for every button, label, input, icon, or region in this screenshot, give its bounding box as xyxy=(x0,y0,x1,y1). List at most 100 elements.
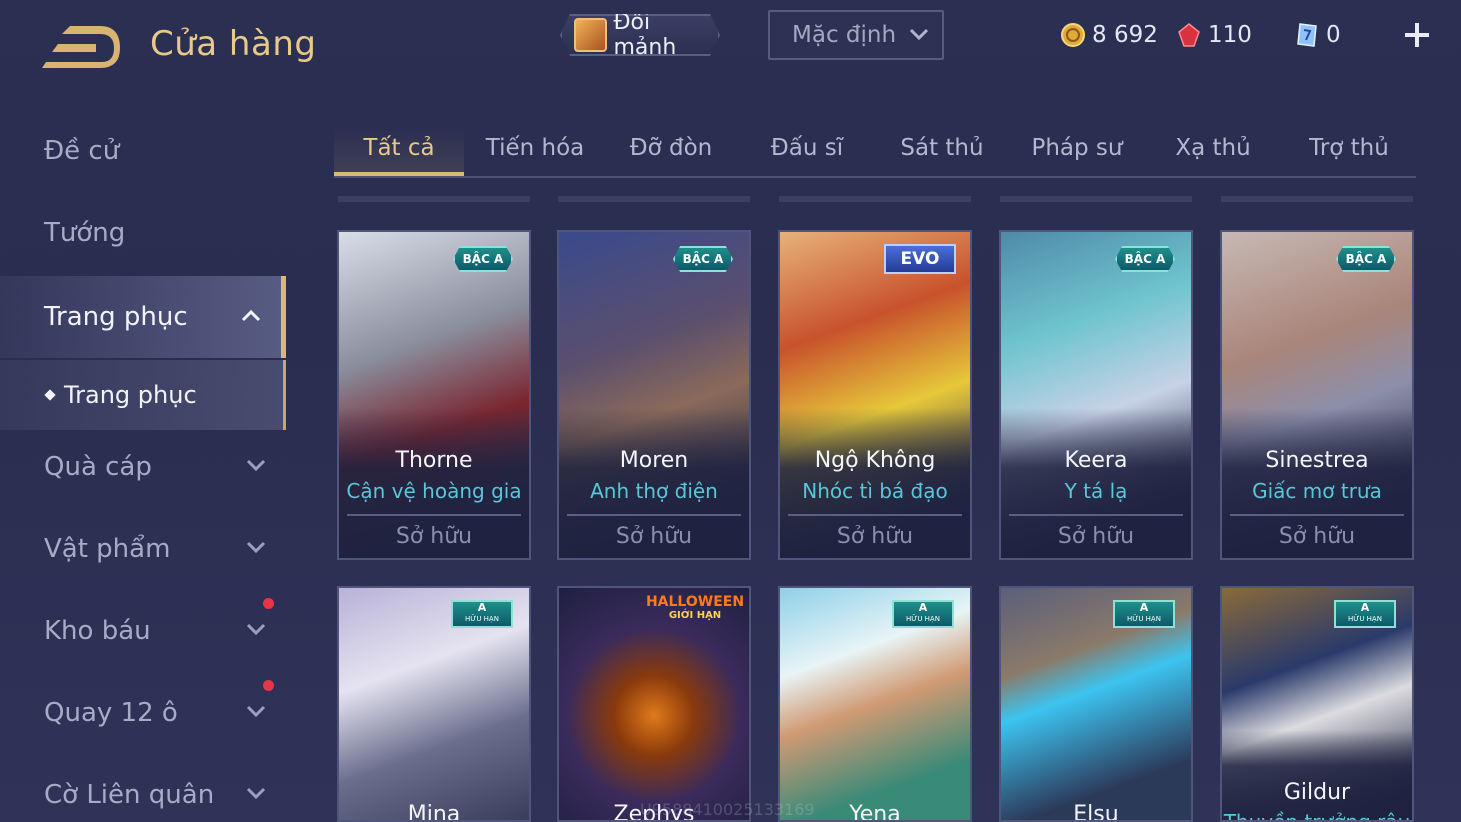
owned-status: Sở hữu xyxy=(836,524,914,549)
card-divider xyxy=(558,196,750,202)
watermark: U9588410025133169 xyxy=(640,800,815,819)
voucher-currency: 0 xyxy=(1294,22,1341,48)
limited-badge: A HỮU HẠN xyxy=(1113,600,1175,628)
sidebar-item-label: Quà cáp xyxy=(44,452,152,482)
treasure-chest-icon xyxy=(574,18,608,52)
owned-status: Sở hữu xyxy=(1278,524,1356,549)
notification-dot xyxy=(263,598,274,609)
tier-badge: BẬC A xyxy=(673,246,733,272)
skin-card-yena[interactable]: A HỮU HẠN Yena xyxy=(778,586,972,822)
red-gem-icon xyxy=(1178,23,1200,47)
chevron-down-icon xyxy=(246,705,266,718)
sidebar-item-label: Cờ Liên quân xyxy=(44,780,215,810)
exchange-label: Đổi mảnh xyxy=(613,10,677,60)
card-divider xyxy=(338,196,530,202)
notification-dot xyxy=(263,680,274,691)
hero-name: Sinestrea xyxy=(1265,448,1369,473)
sidebar-item-label: Trang phục xyxy=(44,302,188,332)
sidebar-item-items[interactable]: Vật phẩm xyxy=(0,508,286,590)
gold-amount: 8 692 xyxy=(1092,22,1158,48)
halloween-badge: HALLOWEEN GIỚI HẠN xyxy=(645,594,745,621)
skin-name: Y tá lạ xyxy=(1064,479,1128,503)
add-currency-button[interactable] xyxy=(1402,20,1432,50)
card-divider xyxy=(1000,196,1192,202)
back-arrow-icon xyxy=(42,26,120,68)
limited-badge: A HỮU HẠN xyxy=(892,600,954,628)
skin-card-keera[interactable]: BẬC A Keera Y tá lạ Sở hữu xyxy=(999,230,1193,560)
limited-badge: A HỮU HẠN xyxy=(1334,600,1396,628)
voucher-amount: 0 xyxy=(1326,22,1341,48)
hero-name: Gildur xyxy=(1283,780,1351,805)
tab-mage[interactable]: Pháp sư xyxy=(1012,128,1142,176)
card-divider xyxy=(1221,196,1413,202)
sidebar-item-recommended[interactable]: Đề cử xyxy=(0,110,286,192)
chevron-down-icon xyxy=(910,28,928,40)
hero-name: Ngộ Không xyxy=(814,448,936,473)
page-title: Cửa hàng xyxy=(150,24,317,64)
sidebar-item-treasure[interactable]: Kho báu xyxy=(0,590,286,672)
sidebar-subitem-skins[interactable]: Trang phục xyxy=(0,360,286,430)
category-tabs: Tất cả Tiến hóa Đỡ đòn Đấu sĩ Sát thủ Ph… xyxy=(334,128,1416,178)
skin-card-gildur[interactable]: A HỮU HẠN Gildur Thuyền trưởng râu xyxy=(1220,586,1414,822)
voucher-icon xyxy=(1297,23,1317,47)
hero-name: Keera xyxy=(1064,448,1128,473)
hero-name: Moren xyxy=(619,448,689,473)
tier-badge: BẬC A xyxy=(1115,246,1175,272)
skin-card-thorne[interactable]: BẬC A Thorne Cận vệ hoàng gia Sở hữu xyxy=(337,230,531,560)
skin-card-moren[interactable]: BẬC A Moren Anh thợ điện Sở hữu xyxy=(557,230,751,560)
back-button[interactable] xyxy=(40,22,120,70)
tab-fighter[interactable]: Đấu sĩ xyxy=(742,128,872,176)
sidebar-item-label: Đề cử xyxy=(44,136,120,166)
owned-status: Sở hữu xyxy=(1057,524,1135,549)
gem-amount: 110 xyxy=(1208,22,1252,48)
evo-badge: EVO xyxy=(884,244,956,274)
header: Cửa hàng Đổi mảnh Mặc định 8 692 110 0 xyxy=(0,0,1461,90)
sidebar-item-chess[interactable]: Cờ Liên quân xyxy=(0,754,286,822)
sidebar: Đề cử Tướng Trang phục Trang phục Quà cá… xyxy=(0,110,290,822)
chevron-down-icon xyxy=(246,787,266,800)
sort-selected-value: Mặc định xyxy=(792,22,897,48)
sidebar-item-heroes[interactable]: Tướng xyxy=(0,192,286,274)
bullet-icon xyxy=(44,389,56,401)
tab-all[interactable]: Tất cả xyxy=(334,128,464,176)
hero-name: Elsu xyxy=(1073,802,1119,822)
tab-evolution[interactable]: Tiến hóa xyxy=(470,128,600,176)
gold-coin-icon xyxy=(1061,23,1085,47)
card-divider xyxy=(779,196,971,202)
sidebar-item-label: Quay 12 ô xyxy=(44,698,178,728)
skin-card-elsu[interactable]: A HỮU HẠN Elsu xyxy=(999,586,1193,822)
tier-badge: BẬC A xyxy=(1336,246,1396,272)
hero-name: Mina xyxy=(407,802,461,822)
sidebar-item-label: Tướng xyxy=(44,218,126,248)
sidebar-item-label: Vật phẩm xyxy=(44,534,171,564)
chevron-up-icon xyxy=(241,309,261,322)
chevron-down-icon xyxy=(246,541,266,554)
chevron-down-icon xyxy=(246,623,266,636)
tab-assassin[interactable]: Sát thủ xyxy=(877,128,1007,176)
skin-name: Anh thợ điện xyxy=(590,479,718,503)
tab-tank[interactable]: Đỡ đòn xyxy=(606,128,736,176)
gem-currency: 110 xyxy=(1176,22,1252,48)
sidebar-item-label: Kho báu xyxy=(44,616,151,646)
owned-status: Sở hữu xyxy=(395,524,473,549)
tab-marksman[interactable]: Xạ thủ xyxy=(1148,128,1278,176)
sort-dropdown[interactable]: Mặc định xyxy=(768,10,944,60)
skin-name: Thuyền trưởng râu xyxy=(1223,810,1411,822)
hero-name: Thorne xyxy=(395,448,473,473)
skin-card-mina[interactable]: A HỮU HẠN Mina xyxy=(337,586,531,822)
exchange-fragments-button[interactable]: Đổi mảnh xyxy=(560,14,720,56)
sidebar-subitem-label: Trang phục xyxy=(64,381,197,409)
tab-support[interactable]: Trợ thủ xyxy=(1284,128,1414,176)
owned-status: Sở hữu xyxy=(615,524,693,549)
sidebar-item-spin-wheel[interactable]: Quay 12 ô xyxy=(0,672,286,754)
skin-name: Giấc mơ trưa xyxy=(1252,479,1382,503)
sidebar-item-gifts[interactable]: Quà cáp xyxy=(0,426,286,508)
limited-badge: A HỮU HẠN xyxy=(451,600,513,628)
gold-currency: 8 692 xyxy=(1060,22,1158,48)
skin-card-sinestrea[interactable]: BẬC A Sinestrea Giấc mơ trưa Sở hữu xyxy=(1220,230,1414,560)
skin-card-zephys[interactable]: HALLOWEEN GIỚI HẠN Zephys xyxy=(557,586,751,822)
sidebar-item-skins[interactable]: Trang phục xyxy=(0,276,286,358)
skin-name: Cận vệ hoàng gia xyxy=(346,479,522,503)
skin-card-ngo-khong[interactable]: EVO Ngộ Không Nhóc tì bá đạo Sở hữu xyxy=(778,230,972,560)
chevron-down-icon xyxy=(246,459,266,472)
